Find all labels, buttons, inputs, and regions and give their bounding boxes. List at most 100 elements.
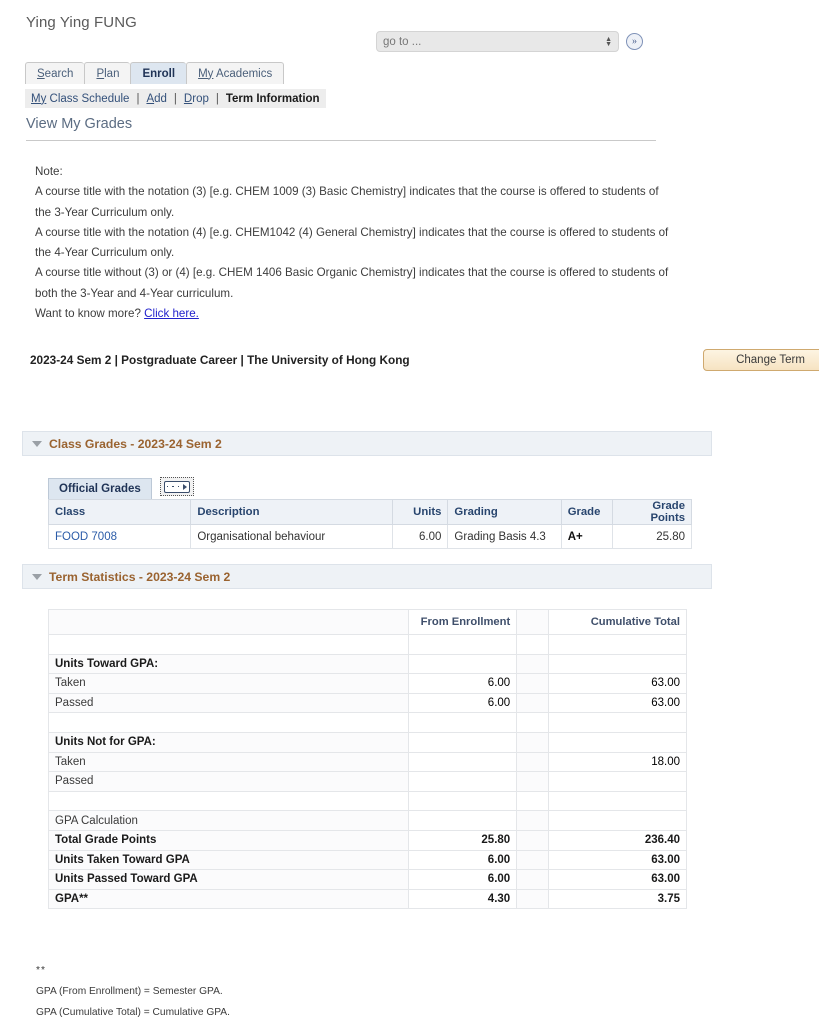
subnav-item-add[interactable]: Add [146,93,166,105]
subnav-separator-3: | [216,93,219,105]
table-row: Passed6.0063.00 [49,693,687,713]
cell-cumulative-total: 63.00 [549,674,687,694]
triangle-down-icon[interactable] [32,574,42,580]
cell-spacer [517,870,549,890]
cell-stat-label: Taken [49,674,409,694]
tab-enroll[interactable]: Enroll [130,62,186,84]
cell-cumulative-total: 236.40 [549,830,687,850]
cell-stat-label [49,713,409,733]
cell-spacer [517,713,549,733]
section-header-term-statistics[interactable]: Term Statistics - 2023-24 Sem 2 [22,564,712,589]
cell-spacer [517,654,549,674]
goto-select-value: go to ... [383,36,421,48]
cell-from-enrollment [409,752,517,772]
footnote-line-2: GPA (Cumulative Total) = Cumulative GPA. [36,1002,230,1023]
cell-from-enrollment [409,654,517,674]
tab-official-grades[interactable]: Official Grades [48,478,152,499]
col-description[interactable]: Description [191,500,393,525]
subnav-item-drop[interactable]: Drop [184,93,209,105]
section-title-class-grades: Class Grades - 2023-24 Sem 2 [49,437,222,451]
change-term-label: Change Term [736,354,805,366]
cell-grade: A+ [561,525,612,549]
tab-plan[interactable]: Plan [84,62,130,84]
col-grade[interactable]: Grade [561,500,612,525]
goto-select[interactable]: go to ... ▲▼ [376,31,619,52]
table-row: Total Grade Points25.80 236.40 [49,830,687,850]
subnav-item-term-information[interactable]: Term Information [226,93,320,105]
double-chevron-right-icon: » [632,36,637,47]
footnote-line-1: GPA (From Enrollment) = Semester GPA. [36,981,230,1002]
cell-stat-label: Units Taken Toward GPA [49,850,409,870]
section-header-class-grades[interactable]: Class Grades - 2023-24 Sem 2 [22,431,712,456]
note-line-1: A course title with the notation (3) [e.… [35,182,675,223]
cell-spacer [517,811,549,831]
cell-from-enrollment [409,713,517,733]
cell-cumulative-total: 18.00 [549,752,687,772]
cell-cumulative-total [549,713,687,733]
table-row [49,713,687,733]
note-line-2: A course title with the notation (4) [e.… [35,223,675,264]
cell-spacer [517,732,549,752]
table-row: Units Passed Toward GPA6.0063.00 [49,870,687,890]
cell-from-enrollment: 25.80 [409,830,517,850]
cell-stat-label: GPA Calculation [49,811,409,831]
col-units[interactable]: Units [392,500,448,525]
cell-cumulative-total [549,791,687,811]
class-grades-table: Class Description Units Grading Grade Gr… [48,499,692,549]
cell-cumulative-total [549,732,687,752]
note-line-3: A course title without (3) or (4) [e.g. … [35,263,675,304]
col-grading[interactable]: Grading [448,500,561,525]
cell-stat-label: GPA** [49,889,409,909]
tab-enroll-label: Enroll [142,68,175,80]
table-row: FOOD 7008 Organisational behaviour 6.00 … [49,525,692,549]
chevron-updown-icon: ▲▼ [605,37,612,47]
col-spacer [517,610,549,635]
user-name: Ying Ying FUNG [26,14,137,31]
main-tabs: Search Plan Enroll My Academics [25,62,284,84]
cell-cumulative-total: 3.75 [549,889,687,909]
tab-my-academics[interactable]: My Academics [186,62,284,84]
triangle-down-icon[interactable] [32,441,42,447]
tab-plan-label: Plan [96,68,119,80]
goto-submit-button[interactable]: » [626,33,643,50]
cell-stat-label: Total Grade Points [49,830,409,850]
footnote-block: ** GPA (From Enrollment) = Semester GPA.… [36,960,230,1023]
tab-search[interactable]: Search [25,62,84,84]
class-link[interactable]: FOOD 7008 [55,531,117,543]
cell-cumulative-total: 63.00 [549,693,687,713]
cell-stat-label: Passed [49,772,409,792]
cell-from-enrollment [409,732,517,752]
col-grade-points[interactable]: Grade Points [613,500,692,525]
cell-spacer [517,752,549,772]
note-block: Note: A course title with the notation (… [35,162,675,324]
table-row: Passed [49,772,687,792]
cell-stat-label [49,791,409,811]
expand-grid-icon[interactable] [160,477,194,496]
term-context-line: 2023-24 Sem 2 | Postgraduate Career | Th… [30,353,410,367]
note-more-text: Want to know more? [35,307,141,320]
cell-spacer [517,772,549,792]
change-term-button[interactable]: Change Term [703,349,819,371]
note-more-link[interactable]: Click here. [144,307,199,320]
cell-spacer [517,674,549,694]
title-divider [26,140,656,141]
col-from-enrollment: From Enrollment [409,610,517,635]
cell-stat-label: Passed [49,693,409,713]
cell-cumulative-total [549,654,687,674]
note-heading: Note: [35,162,675,182]
cell-spacer [517,635,549,655]
cell-spacer [517,693,549,713]
cell-units: 6.00 [392,525,448,549]
expand-grid-glyph [164,481,190,493]
page-title: View My Grades [26,116,132,132]
table-row: Taken6.0063.00 [49,674,687,694]
cell-spacer [517,791,549,811]
table-row [49,635,687,655]
cell-stat-label: Units Not for GPA: [49,732,409,752]
cell-stat-label: Taken [49,752,409,772]
goto-control: go to ... ▲▼ » [376,31,643,52]
cell-from-enrollment [409,635,517,655]
col-class[interactable]: Class [49,500,191,525]
col-cumulative-total: Cumulative Total [549,610,687,635]
subnav-item-my-class-schedule[interactable]: My Class Schedule [31,93,129,105]
